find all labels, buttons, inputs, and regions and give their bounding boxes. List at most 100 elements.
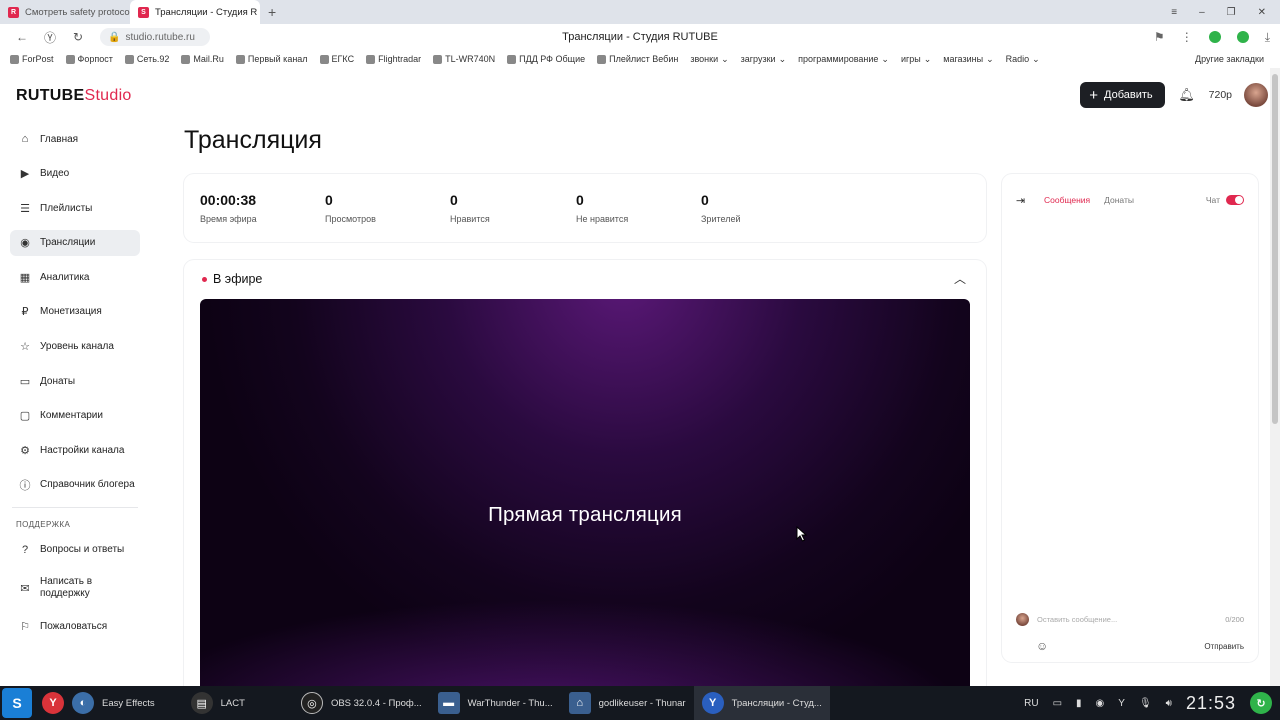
avatar[interactable] xyxy=(1244,83,1268,107)
sidebar-item-playlists[interactable]: ☰ Плейлисты xyxy=(10,195,140,221)
rutube-studio-logo[interactable]: RUTUBEStudio xyxy=(16,87,132,105)
bookmark-item[interactable]: Плейлист Вебин xyxy=(597,54,678,64)
scrollbar-thumb[interactable] xyxy=(1272,74,1278,424)
bookmark-folder[interactable]: загрузки ⌄ xyxy=(741,54,786,65)
other-bookmarks[interactable]: Другие закладки xyxy=(1195,50,1264,68)
tab-label: Трансляции - Студия R xyxy=(155,6,258,18)
sidebar-item-faq[interactable]: ? Вопросы и ответы xyxy=(10,537,140,563)
sidebar-item-broadcasts[interactable]: ◉ Трансляции xyxy=(10,229,140,256)
volume-icon[interactable]: 🔊︎ xyxy=(1166,698,1172,709)
page-scrollbar[interactable] xyxy=(1270,68,1280,686)
bookmark-item[interactable]: Flightradar xyxy=(366,54,421,64)
chevron-up-icon[interactable]: ︿ xyxy=(954,270,966,287)
new-tab-button[interactable]: + xyxy=(268,4,276,20)
taskbar-item-warthunder[interactable]: ▬ WarThunder - Thu... xyxy=(430,686,561,720)
chat-message-input[interactable]: Оставить сообщение... xyxy=(1037,615,1117,624)
mail-icon: ✉ xyxy=(20,582,30,595)
live-dot-icon xyxy=(202,276,207,282)
stat-dislikes: 0 Не нравится xyxy=(576,192,629,224)
sidebar-item-blogger-guide[interactable]: ⓘ Справочник блогера xyxy=(10,472,140,498)
bookmark-item[interactable]: Mail.Ru xyxy=(181,54,224,64)
address-bar-actions: ⚑ ⋮ ⤓ xyxy=(1154,24,1270,50)
battery-icon[interactable]: ▮ xyxy=(1076,698,1082,709)
browser-tab-active[interactable]: S Трансляции - Студия R ✕ xyxy=(130,0,260,24)
reload-icon[interactable]: ↻ xyxy=(64,30,92,44)
taskbar-item-obs[interactable]: ◎ OBS 32.0.4 - Проф... xyxy=(293,686,430,720)
add-button[interactable]: + Добавить xyxy=(1080,82,1165,108)
rutube-favicon-icon: S xyxy=(138,6,149,18)
extension-shield-icon[interactable] xyxy=(1208,31,1221,43)
browser-tab[interactable]: R Смотреть safety protocol xyxy=(0,0,130,24)
sidebar-item-donates[interactable]: ▭ Донаты xyxy=(10,368,140,394)
yandex-tray-icon[interactable]: Y xyxy=(1118,698,1125,709)
yandex-browser-icon[interactable]: Y xyxy=(42,692,64,714)
bookmark-folder[interactable]: игры ⌄ xyxy=(901,54,931,65)
close-window-icon[interactable]: ✕ xyxy=(1258,7,1266,18)
clock[interactable]: 21:53 xyxy=(1186,693,1236,714)
sidebar-item-report[interactable]: ⚐ Пожаловаться xyxy=(10,614,140,640)
update-icon[interactable]: ↻ xyxy=(1250,692,1272,714)
video-player[interactable]: Прямая трансляция xyxy=(200,299,970,699)
emoji-icon[interactable]: ☺ xyxy=(1036,639,1048,653)
bookmark-item[interactable]: ПДД РФ Общие xyxy=(507,54,585,64)
collapse-panel-icon[interactable]: ⇥ xyxy=(1016,194,1032,207)
tab-donates[interactable]: Донаты xyxy=(1104,195,1134,205)
tab-messages[interactable]: Сообщения xyxy=(1044,195,1090,205)
sidebar-item-channel-level[interactable]: ☆ Уровень канала xyxy=(10,334,140,360)
bookmark-folder[interactable]: Radio ⌄ xyxy=(1006,54,1040,65)
sidebar-item-analytics[interactable]: ▦ Аналитика xyxy=(10,264,140,290)
start-menu-icon[interactable]: S xyxy=(2,688,32,718)
bookmark-item[interactable]: ForPost xyxy=(10,54,54,64)
mic-muted-icon[interactable]: 🎙︎ xyxy=(1139,698,1152,709)
bookmark-item[interactable]: Форпост xyxy=(65,54,113,64)
live-status: В эфире xyxy=(202,272,262,286)
download-icon[interactable]: ⤓ xyxy=(1265,30,1270,45)
monetization-icon: ₽ xyxy=(21,306,29,319)
back-icon[interactable]: ← xyxy=(8,30,36,44)
bookmark-item[interactable]: ЕГКС xyxy=(319,54,354,64)
taskbar-item-easy-effects[interactable]: ◐ Easy Effects xyxy=(64,686,163,720)
minimize-icon[interactable]: – xyxy=(1199,7,1205,18)
taskbar-item-thunar[interactable]: ⌂ godlikeuser - Thunar xyxy=(561,686,694,720)
gear-icon: ⚙ xyxy=(20,444,30,457)
url-text: studio.rutube.ru xyxy=(125,31,195,43)
chat-toggle[interactable] xyxy=(1226,195,1244,205)
restore-icon[interactable]: ❐ xyxy=(1227,7,1236,18)
url-field[interactable]: 🔒 studio.rutube.ru xyxy=(100,28,210,46)
page: RUTUBEStudio + Добавить 🔔︎ 720p ⌂ Главная… xyxy=(0,68,1270,700)
bookmark-icon xyxy=(235,54,245,64)
menu-dots-icon[interactable]: ⋮ xyxy=(1181,30,1193,44)
bookmark-item[interactable]: TL-WR740N xyxy=(433,54,495,64)
bookmark-folder[interactable]: звонки ⌄ xyxy=(690,54,728,65)
sidebar-item-home[interactable]: ⌂ Главная xyxy=(10,126,140,152)
bookmark-item[interactable]: Сеть.92 xyxy=(124,54,169,64)
bell-icon[interactable]: 🔔︎ xyxy=(1177,85,1197,105)
monitor-icon[interactable]: ▭ xyxy=(1053,698,1062,709)
sidebar-item-contact-support[interactable]: ✉ Написать в поддержку xyxy=(10,571,140,605)
rutube-favicon-icon: R xyxy=(8,6,19,18)
bookmark-icon[interactable]: ⚑ xyxy=(1154,30,1165,44)
yandex-icon[interactable]: Ⓨ xyxy=(36,29,64,46)
taskbar-item-browser[interactable]: Y Трансляции - Студ... xyxy=(693,686,830,720)
obs-rec-icon[interactable]: ◉ xyxy=(1096,698,1105,709)
sidebar-item-comments[interactable]: ▢ Комментарии xyxy=(10,403,140,429)
send-button[interactable]: Отправить xyxy=(1204,642,1244,651)
flag-icon: ⚐ xyxy=(20,621,30,634)
taskbar-item-lact[interactable]: ▤ LACT xyxy=(183,686,253,720)
extension-check-icon[interactable] xyxy=(1236,31,1249,43)
yandex-browser-icon: Y xyxy=(701,692,724,714)
video-icon: ▶ xyxy=(20,168,30,181)
chat-panel: ⇥ Сообщения Донаты Чат Оставить сообщени… xyxy=(1002,174,1258,662)
quality-label[interactable]: 720p xyxy=(1209,89,1232,101)
sidebar-item-video[interactable]: ▶ Видео xyxy=(10,161,140,187)
bookmark-icon xyxy=(433,54,443,64)
keyboard-layout[interactable]: RU xyxy=(1024,698,1038,709)
sidebar-item-channel-settings[interactable]: ⚙ Настройки канала xyxy=(10,437,140,463)
home-icon: ⌂ xyxy=(21,133,29,145)
tab-search-icon[interactable]: ≡ xyxy=(1171,7,1177,18)
taskbar: S Y ◐ Easy Effects ▤ LACT ◎ OBS 32.0.4 -… xyxy=(0,686,1280,720)
sidebar-item-monetization[interactable]: ₽ Монетизация xyxy=(10,299,140,325)
bookmark-folder[interactable]: магазины ⌄ xyxy=(943,54,993,65)
bookmark-item[interactable]: Первый канал xyxy=(235,54,308,64)
bookmark-folder[interactable]: программирование ⌄ xyxy=(798,54,889,65)
